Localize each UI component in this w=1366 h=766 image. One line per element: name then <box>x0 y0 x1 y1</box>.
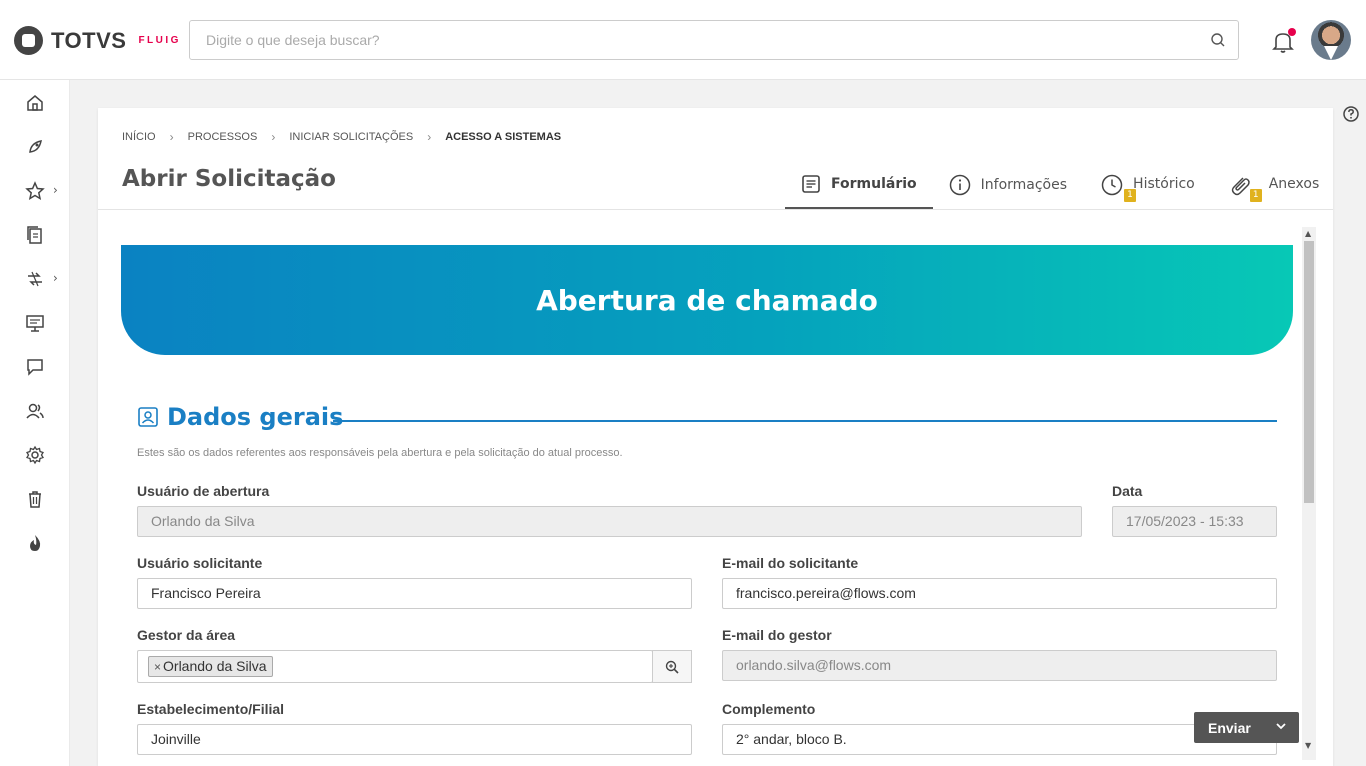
form-area[interactable]: Abertura de chamado Dados gerais Estes s… <box>98 227 1333 766</box>
breadcrumb-item-processos[interactable]: PROCESSOS <box>188 131 258 143</box>
email-solicitante-field[interactable]: francisco.pereira@flows.com <box>722 578 1277 609</box>
remove-tag-icon[interactable]: × <box>154 660 161 674</box>
gestor-tag-label: Orlando da Silva <box>163 658 267 674</box>
fire-icon[interactable] <box>24 532 46 554</box>
breadcrumb-chevron-icon: › <box>169 130 174 144</box>
clock-icon <box>1101 174 1123 195</box>
gear-icon[interactable] <box>24 444 46 466</box>
brand-logo[interactable]: TOTVS FLUIG <box>14 26 181 55</box>
usuario-solicitante-label: Usuário solicitante <box>137 555 263 571</box>
email-gestor-label: E-mail do gestor <box>722 627 832 643</box>
tab-bar: Formulário Informações 1 Histórico 1 Ane… <box>785 160 1336 209</box>
breadcrumb-item-iniciar-solicitacoes[interactable]: INICIAR SOLICITAÇÕES <box>289 131 413 143</box>
scroll-up-icon[interactable]: ▲ <box>1305 229 1311 238</box>
tab-label: Informações <box>980 176 1068 193</box>
zoom-in-icon <box>665 660 679 674</box>
request-card: INÍCIO › PROCESSOS › INICIAR SOLICITAÇÕE… <box>98 108 1333 766</box>
tab-formulario[interactable]: Formulário <box>785 160 933 209</box>
trash-icon[interactable] <box>24 488 46 510</box>
breadcrumb: INÍCIO › PROCESSOS › INICIAR SOLICITAÇÕE… <box>122 130 561 144</box>
estabelecimento-label: Estabelecimento/Filial <box>137 701 285 717</box>
banner-title: Abertura de chamado <box>536 283 878 317</box>
search-input[interactable] <box>206 21 1196 59</box>
tab-historico[interactable]: 1 Histórico <box>1083 160 1211 209</box>
tab-divider <box>98 209 1333 210</box>
user-card-icon <box>138 407 158 427</box>
breadcrumb-chevron-icon: › <box>427 130 432 144</box>
rocket-icon[interactable] <box>24 136 46 158</box>
help-icon[interactable] <box>1343 106 1359 122</box>
user-avatar[interactable] <box>1311 20 1351 60</box>
processes-icon[interactable] <box>24 268 46 290</box>
section-header: Dados gerais <box>137 403 343 431</box>
section-description: Estes são os dados referentes aos respon… <box>137 447 623 459</box>
chevron-right-icon[interactable]: › <box>53 271 58 285</box>
top-bar: TOTVS FLUIG <box>0 0 1366 80</box>
chevron-down-icon[interactable] <box>1275 720 1287 732</box>
sidebar: › › <box>0 80 70 766</box>
breadcrumb-item-current: ACESSO A SISTEMAS <box>445 131 562 143</box>
gestor-area-field[interactable]: × Orlando da Silva <box>137 650 653 683</box>
search-box <box>189 20 1239 60</box>
home-icon[interactable] <box>24 92 46 114</box>
estabelecimento-field[interactable]: Joinville <box>137 724 692 755</box>
anexos-badge: 1 <box>1249 189 1262 202</box>
star-icon[interactable] <box>24 180 46 202</box>
tab-label: Anexos <box>1268 175 1320 192</box>
usuario-solicitante-field[interactable]: Francisco Pereira <box>137 578 692 609</box>
form-banner: Abertura de chamado <box>121 245 1293 355</box>
send-button-label: Enviar <box>1208 719 1251 736</box>
gestor-area-label: Gestor da área <box>137 627 236 643</box>
form-scrollbar[interactable]: ▲ ▼ <box>1302 227 1316 760</box>
section-divider <box>333 420 1277 422</box>
section-title: Dados gerais <box>167 403 344 431</box>
gestor-tag: × Orlando da Silva <box>148 656 273 677</box>
usuario-abertura-label: Usuário de abertura <box>137 483 270 499</box>
dashboard-icon[interactable] <box>24 312 46 334</box>
scrollbar-thumb[interactable] <box>1304 241 1314 503</box>
documents-icon[interactable] <box>24 224 46 246</box>
breadcrumb-item-inicio[interactable]: INÍCIO <box>122 131 156 143</box>
totvs-logo-icon <box>14 26 43 55</box>
tab-label: Formulário <box>831 175 917 192</box>
complemento-label: Complemento <box>722 701 816 717</box>
notifications-button[interactable] <box>1270 28 1296 54</box>
tab-anexos[interactable]: 1 Anexos <box>1211 160 1337 209</box>
scroll-down-icon[interactable]: ▼ <box>1305 741 1311 750</box>
tab-label: Histórico <box>1133 175 1195 192</box>
email-solicitante-label: E-mail do solicitante <box>722 555 859 571</box>
info-icon <box>949 174 970 195</box>
send-button[interactable]: Enviar <box>1194 712 1299 743</box>
page-title: Abrir Solicitação <box>122 166 336 192</box>
zoom-search-button[interactable] <box>652 650 692 683</box>
usuario-abertura-field[interactable]: Orlando da Silva <box>137 506 1082 537</box>
email-gestor-field[interactable]: orlando.silva@flows.com <box>722 650 1277 681</box>
users-icon[interactable] <box>24 400 46 422</box>
historico-badge: 1 <box>1124 189 1137 202</box>
form-icon <box>802 174 820 193</box>
chevron-right-icon[interactable]: › <box>53 183 58 197</box>
search-icon[interactable] <box>1210 32 1226 48</box>
paperclip-icon <box>1231 176 1250 195</box>
data-field[interactable]: 17/05/2023 - 15:33 <box>1112 506 1277 537</box>
breadcrumb-chevron-icon: › <box>271 130 276 144</box>
brand-name: TOTVS <box>51 27 127 53</box>
tab-informacoes[interactable]: Informações <box>933 160 1083 209</box>
notification-dot <box>1288 28 1296 36</box>
product-name: FLUIG <box>138 35 181 46</box>
data-label: Data <box>1112 483 1143 499</box>
chat-icon[interactable] <box>24 356 46 378</box>
